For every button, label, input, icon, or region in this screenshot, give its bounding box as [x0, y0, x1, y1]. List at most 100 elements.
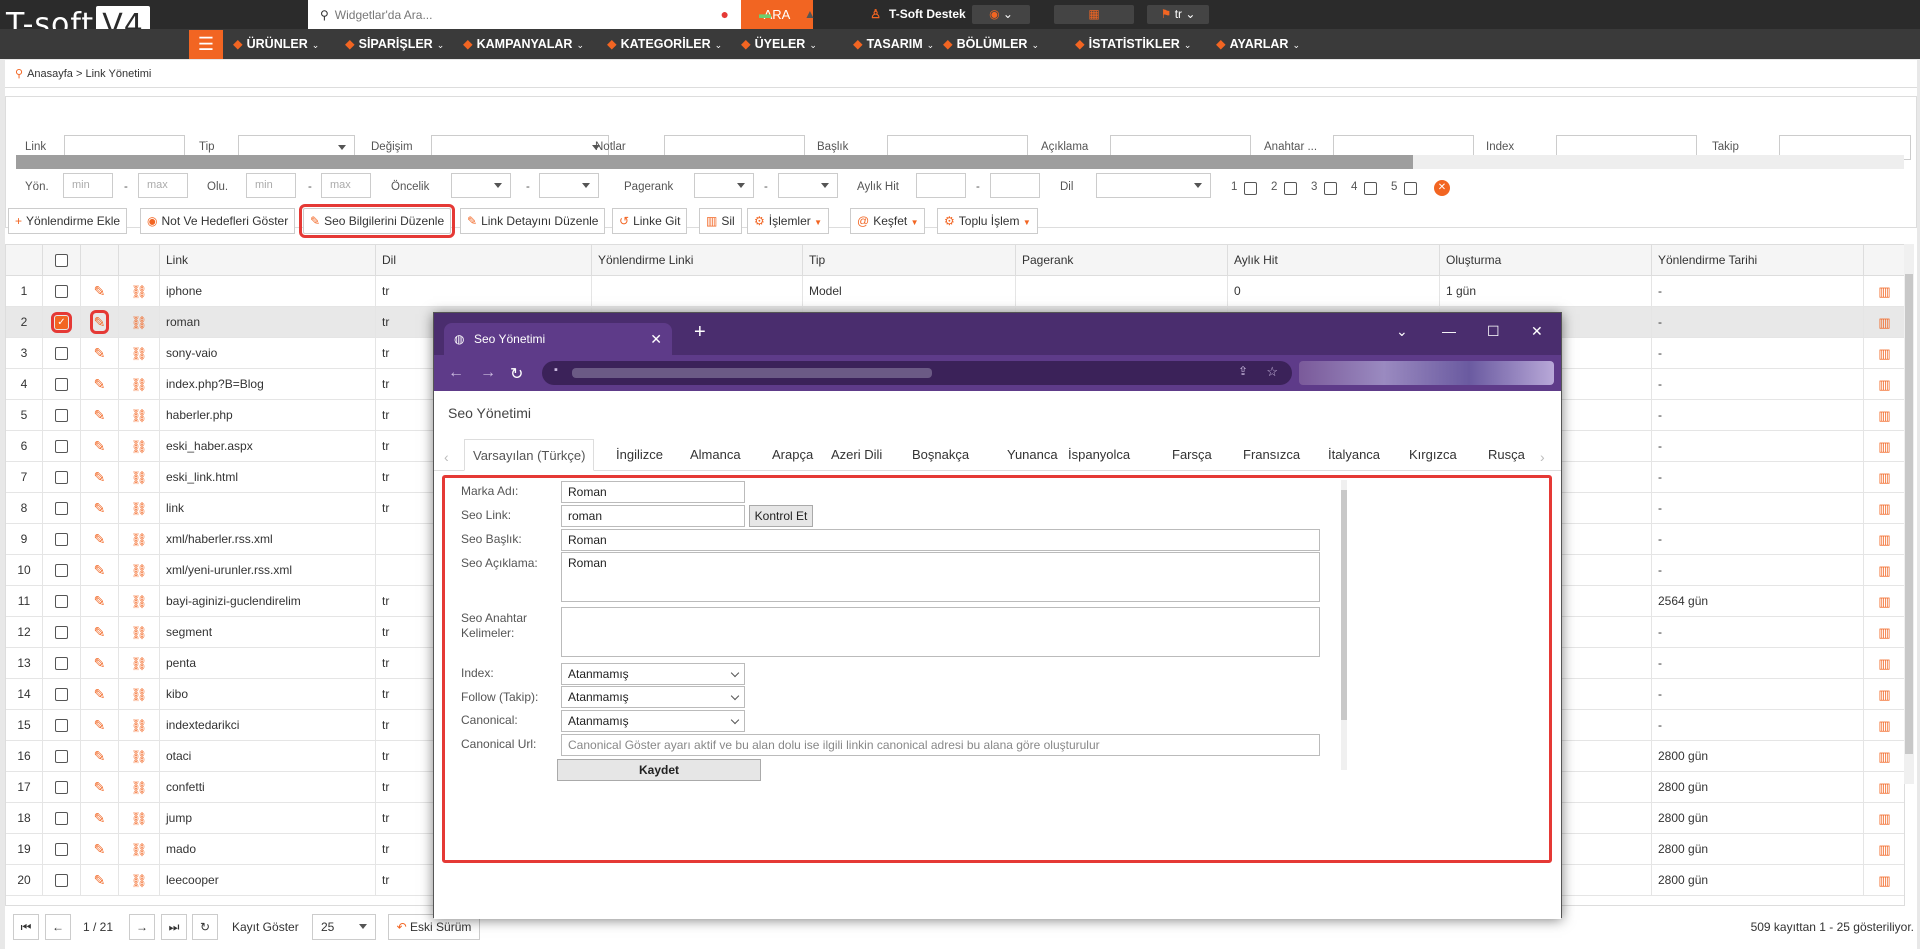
row-checkbox[interactable]: [55, 657, 68, 670]
pencil-icon[interactable]: ✎: [94, 624, 106, 640]
tab-lang-7[interactable]: İspanyolca: [1068, 439, 1130, 471]
nav-item-2[interactable]: ◆ KAMPANYALAR ⌄: [463, 29, 584, 59]
nav-item-1[interactable]: ◆ SİPARİŞLER ⌄: [345, 29, 444, 59]
alert-icon[interactable]: ▲: [800, 0, 820, 29]
chain-link-icon[interactable]: ⛓: [131, 687, 148, 702]
pencil-icon[interactable]: ✎: [94, 283, 106, 299]
chain-link-icon[interactable]: ⛓: [131, 439, 148, 454]
hit-min-input[interactable]: [916, 173, 966, 198]
trash-icon[interactable]: ▥: [1878, 501, 1890, 516]
header-col-0[interactable]: Link: [160, 245, 376, 276]
trash-icon[interactable]: ▥: [1878, 470, 1890, 485]
pencil-icon[interactable]: ✎: [94, 500, 106, 516]
chain-link-icon[interactable]: ⛓: [131, 873, 148, 888]
header-col-6[interactable]: Oluşturma: [1440, 245, 1652, 276]
trash-icon[interactable]: ▥: [1878, 284, 1890, 299]
table-row[interactable]: 1 ✎ ⛓ iphone tr Model 0 1 gün - ▥: [6, 276, 1904, 307]
pencil-icon[interactable]: ✎: [94, 407, 106, 423]
close-window-icon[interactable]: ✕: [1531, 323, 1543, 340]
trash-icon[interactable]: ▥: [1878, 408, 1890, 423]
scrollbar-thumb[interactable]: [1905, 274, 1913, 754]
actions-dropdown[interactable]: ⚙ İşlemler ▼: [747, 208, 830, 234]
pencil-icon[interactable]: ✎: [94, 841, 106, 857]
header-col-5[interactable]: Aylık Hit: [1228, 245, 1440, 276]
filter-checkbox-3[interactable]: [1364, 182, 1377, 195]
chat-icon[interactable]: ▬: [755, 0, 775, 29]
trash-icon[interactable]: ▥: [1878, 842, 1890, 857]
follow-select[interactable]: Atanmamış: [561, 686, 745, 708]
trash-icon[interactable]: ▥: [1878, 625, 1890, 640]
support-link[interactable]: ♙ T-Soft Destek: [848, 0, 988, 29]
oncelik-min-select[interactable]: [451, 173, 511, 198]
yon-min-input[interactable]: min: [63, 173, 113, 198]
row-checkbox[interactable]: [55, 440, 68, 453]
seo-link-input[interactable]: roman: [561, 505, 745, 527]
clear-filters-icon[interactable]: ✕: [1434, 180, 1450, 196]
chain-link-icon[interactable]: ⛓: [131, 842, 148, 857]
tab-lang-12[interactable]: Rusça: [1488, 439, 1525, 471]
pencil-icon[interactable]: ✎: [94, 531, 106, 547]
pencil-icon[interactable]: ✎: [94, 469, 106, 485]
tab-lang-2[interactable]: Almanca: [690, 439, 741, 471]
tab-lang-10[interactable]: İtalyanca: [1328, 439, 1380, 471]
canonical-url-input[interactable]: Canonical Göster ayarı aktif ve bu alan …: [561, 734, 1320, 756]
row-checkbox[interactable]: [55, 688, 68, 701]
row-checkbox[interactable]: [55, 564, 68, 577]
pagerank-min-select[interactable]: [694, 173, 754, 198]
seo-edit-button[interactable]: ✎ Seo Bilgilerini Düzenle: [298, 204, 456, 238]
reload-icon[interactable]: ↻: [510, 364, 523, 384]
index-select[interactable]: Atanmamış: [561, 663, 745, 685]
select-all-checkbox[interactable]: [55, 254, 68, 267]
row-checkbox[interactable]: [55, 750, 68, 763]
next-page-button[interactable]: →: [129, 914, 155, 940]
trash-icon[interactable]: ▥: [1878, 687, 1890, 702]
page-size-select[interactable]: 25: [312, 914, 376, 940]
tab-lang-9[interactable]: Fransızca: [1243, 439, 1300, 471]
form-scrollbar-thumb[interactable]: [1341, 490, 1347, 720]
trash-icon[interactable]: ▥: [1878, 532, 1890, 547]
show-notes-button[interactable]: ◉ Not Ve Hedefleri Göster: [140, 208, 296, 234]
go-to-link-button[interactable]: ↺ Linke Git: [612, 208, 688, 234]
pencil-icon[interactable]: ✎: [94, 748, 106, 764]
seo-keywords-textarea[interactable]: [561, 607, 1320, 657]
share-icon[interactable]: ⇪: [1238, 364, 1248, 378]
row-checkbox[interactable]: [55, 409, 68, 422]
header-col-4[interactable]: Pagerank: [1016, 245, 1228, 276]
header-col-2[interactable]: Yönlendirme Linki: [592, 245, 803, 276]
pencil-icon[interactable]: ✎: [94, 345, 106, 361]
url-field[interactable]: ▪ ⇪ ☆: [542, 361, 1292, 385]
olu-min-input[interactable]: min: [246, 173, 296, 198]
yon-max-input[interactable]: max: [138, 173, 188, 198]
language-dropdown[interactable]: ⚑ tr ⌄: [1147, 5, 1209, 24]
nav-item-5[interactable]: ◆ TASARIM ⌄: [853, 29, 934, 59]
header-col-3[interactable]: Tip: [803, 245, 1016, 276]
chain-link-icon[interactable]: ⛓: [131, 501, 148, 516]
trash-icon[interactable]: ▥: [1878, 780, 1890, 795]
row-checkbox[interactable]: [55, 874, 68, 887]
prev-page-button[interactable]: ←: [45, 914, 71, 940]
pencil-icon[interactable]: ✎: [94, 376, 106, 392]
pencil-icon[interactable]: ✎: [89, 310, 110, 334]
tab-lang-3[interactable]: Arapça: [772, 439, 813, 471]
seo-title-input[interactable]: Roman: [561, 529, 1320, 551]
chain-link-icon[interactable]: ⛓: [131, 780, 148, 795]
row-checkbox[interactable]: [55, 626, 68, 639]
close-tab-icon[interactable]: ✕: [650, 323, 662, 355]
header-col-7[interactable]: Yönlendirme Tarihi: [1652, 245, 1864, 276]
trash-icon[interactable]: ▥: [1878, 656, 1890, 671]
nav-item-7[interactable]: ◆ İSTATİSTİKLER ⌄: [1075, 29, 1191, 59]
apps-button[interactable]: ▦: [1054, 5, 1134, 24]
tab-lang-6[interactable]: Yunanca: [1007, 439, 1058, 471]
tab-lang-8[interactable]: Farsça: [1172, 439, 1212, 471]
check-link-button[interactable]: Kontrol Et: [749, 505, 813, 527]
pencil-icon[interactable]: ✎: [94, 562, 106, 578]
first-page-button[interactable]: ⏮: [13, 914, 39, 940]
canonical-select[interactable]: Atanmamış: [561, 710, 745, 732]
seo-description-textarea[interactable]: Roman: [561, 552, 1320, 602]
star-icon[interactable]: ☆: [1266, 364, 1278, 380]
tabs-left-arrow-icon[interactable]: ‹: [444, 449, 449, 465]
pencil-icon[interactable]: ✎: [94, 810, 106, 826]
pencil-icon[interactable]: ✎: [94, 872, 106, 888]
trash-icon[interactable]: ▥: [1878, 563, 1890, 578]
form-scrollbar[interactable]: [1341, 480, 1347, 770]
